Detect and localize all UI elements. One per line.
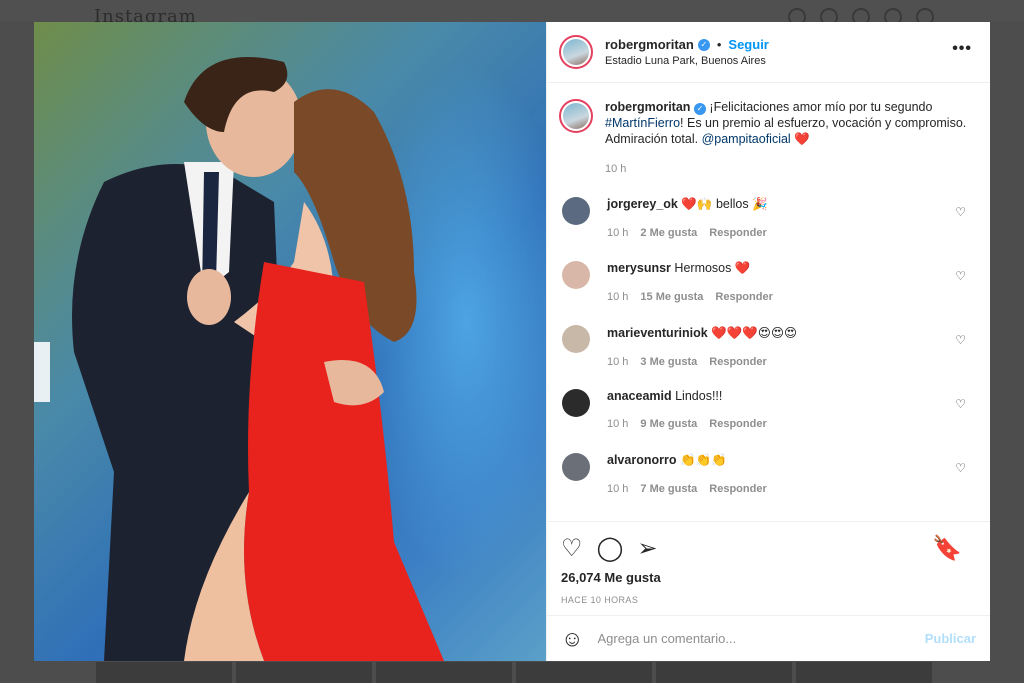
comment-body: marieventuriniok ❤️❤️❤️😍😍😍 10 h 3 Me gusta… <box>607 325 797 368</box>
grid-thumb <box>656 662 792 683</box>
comment-meta: 10 h 15 Me gusta Responder <box>607 291 773 303</box>
caption: robergmoritan ✓ ¡Felicitaciones amor mío… <box>559 99 978 177</box>
separator-dot: • <box>716 37 722 52</box>
comment-time[interactable]: 10 h <box>607 291 628 303</box>
comment-time[interactable]: 10 h <box>607 483 628 495</box>
stage-light <box>34 342 50 402</box>
commenter-avatar[interactable] <box>562 389 590 417</box>
comment-body: jorgerey_ok ❤️🙌 bellos 🎉 10 h 2 Me gusta Re… <box>607 197 768 239</box>
commenter-avatar[interactable] <box>562 261 590 289</box>
author-avatar[interactable] <box>559 99 593 133</box>
comment-text: Lindos!!! <box>675 389 723 403</box>
grid-thumb <box>236 662 372 683</box>
comment-meta: 10 h 7 Me gusta Responder <box>607 483 767 495</box>
comment-meta: 10 h 2 Me gusta Responder <box>607 227 768 239</box>
caption-time: 10 h <box>605 163 627 175</box>
comment-likes[interactable]: 7 Me gusta <box>640 483 697 495</box>
caption-username[interactable]: robergmoritan <box>605 100 690 114</box>
commenter-username[interactable]: marieventuriniok <box>607 326 708 340</box>
comment-like-icon[interactable]: ♡ <box>955 461 966 475</box>
comment-text: ❤️🙌 bellos 🎉 <box>681 197 768 211</box>
comment-composer: ☺ Agrega un comentario... Publicar <box>547 615 990 661</box>
caption-text: robergmoritan ✓ ¡Felicitaciones amor mío… <box>605 99 978 177</box>
comment-row: jorgerey_ok ❤️🙌 bellos 🎉 10 h 2 Me gusta Re… <box>559 189 978 253</box>
reply-button[interactable]: Responder <box>709 483 766 495</box>
commenter-avatar[interactable] <box>562 197 590 225</box>
caption-mention[interactable]: @pampitaoficial <box>702 132 791 146</box>
commenter-username[interactable]: merysunsr <box>607 261 671 275</box>
comment-likes[interactable]: 2 Me gusta <box>640 227 697 239</box>
action-icons: ♡ ◯ ➢ 🔖 <box>561 532 976 566</box>
comments-section[interactable]: robergmoritan ✓ ¡Felicitaciones amor mío… <box>547 83 990 521</box>
likes-count[interactable]: 26,074 Me gusta <box>561 570 976 585</box>
comment-meta: 10 h 3 Me gusta Responder <box>607 356 797 368</box>
grid-thumb <box>376 662 512 683</box>
reply-button[interactable]: Responder <box>709 418 766 430</box>
verified-icon: ✓ <box>697 38 710 51</box>
grid-thumb <box>796 662 932 683</box>
caption-hashtag[interactable]: #MartínFierro <box>605 116 680 130</box>
commenter-avatar[interactable] <box>562 453 590 481</box>
caption-body: ¡Felicitaciones amor mío por tu segundo <box>709 100 933 114</box>
comment-text: 👏👏👏 <box>679 453 727 467</box>
post-panel: robergmoritan ✓ • Seguir Estadio Luna Pa… <box>546 22 990 661</box>
comment-likes[interactable]: 3 Me gusta <box>640 356 697 368</box>
comment-likes[interactable]: 15 Me gusta <box>640 291 703 303</box>
caption-emoji: ❤️ <box>794 132 810 146</box>
comment-like-icon[interactable]: ♡ <box>955 269 966 283</box>
commenter-username[interactable]: jorgerey_ok <box>607 197 678 211</box>
comment-meta: 10 h 9 Me gusta Responder <box>607 418 767 430</box>
comment-row: anaceamid Lindos!!! 10 h 9 Me gusta Respond… <box>559 381 978 445</box>
comment-body: alvaronorro 👏👏👏 10 h 7 Me gusta Responder <box>607 453 767 495</box>
comment-like-icon[interactable]: ♡ <box>955 205 966 219</box>
follow-button[interactable]: Seguir <box>728 37 768 52</box>
comment-time[interactable]: 10 h <box>607 227 628 239</box>
grid-thumb <box>516 662 652 683</box>
post-header: robergmoritan ✓ • Seguir Estadio Luna Pa… <box>547 22 990 83</box>
verified-icon: ✓ <box>693 103 706 115</box>
post-location[interactable]: Estadio Luna Park, Buenos Aires <box>605 55 769 67</box>
post-photo[interactable] <box>34 22 546 661</box>
comment-body: anaceamid Lindos!!! 10 h 9 Me gusta Respond… <box>607 389 767 430</box>
comment-icon[interactable]: ◯ <box>597 537 624 561</box>
post-time[interactable]: HACE 10 HORAS <box>561 595 976 605</box>
commenter-avatar[interactable] <box>562 325 590 353</box>
red-dress <box>244 262 444 661</box>
author-row: robergmoritan ✓ • Seguir <box>605 37 769 52</box>
bookmark-icon[interactable]: 🔖 <box>932 537 962 561</box>
grid-thumb <box>96 662 232 683</box>
comment-text: Hermosos ❤️ <box>674 261 751 275</box>
comment-time[interactable]: 10 h <box>607 418 628 430</box>
more-options-icon[interactable]: ••• <box>952 41 972 57</box>
reply-button[interactable]: Responder <box>709 227 766 239</box>
hands <box>187 269 231 325</box>
commenter-username[interactable]: anaceamid <box>607 389 672 403</box>
comment-text: ❤️❤️❤️😍😍😍 <box>711 326 798 340</box>
comment-row: marieventuriniok ❤️❤️❤️😍😍😍 10 h 3 Me gusta… <box>559 317 978 381</box>
comment-like-icon[interactable]: ♡ <box>955 333 966 347</box>
author-username[interactable]: robergmoritan <box>605 37 694 52</box>
author-avatar[interactable] <box>559 35 593 69</box>
share-icon[interactable]: ➢ <box>637 537 657 561</box>
comment-list: jorgerey_ok ❤️🙌 bellos 🎉 10 h 2 Me gusta Re… <box>559 189 978 509</box>
reply-button[interactable]: Responder <box>709 356 766 368</box>
reply-button[interactable]: Responder <box>715 291 772 303</box>
comment-row: alvaronorro 👏👏👏 10 h 7 Me gusta Responder ♡ <box>559 445 978 509</box>
publish-button[interactable]: Publicar <box>925 631 976 646</box>
like-heart-icon[interactable]: ♡ <box>561 537 583 561</box>
comment-likes[interactable]: 9 Me gusta <box>640 418 697 430</box>
commenter-username[interactable]: alvaronorro <box>607 453 676 467</box>
background-header: Instagram <box>0 0 1024 27</box>
couple-illustration <box>34 57 444 661</box>
comment-like-icon[interactable]: ♡ <box>955 397 966 411</box>
emoji-icon[interactable]: ☺ <box>561 626 583 652</box>
comment-time[interactable]: 10 h <box>607 356 628 368</box>
action-bar: ♡ ◯ ➢ 🔖 26,074 Me gusta HACE 10 HORAS <box>547 521 990 605</box>
post-modal: robergmoritan ✓ • Seguir Estadio Luna Pa… <box>34 22 990 661</box>
comment-input[interactable]: Agrega un comentario... <box>597 631 736 646</box>
comment-row: merysunsr Hermosos ❤️ 10 h 15 Me gusta Resp… <box>559 253 978 317</box>
comment-body: merysunsr Hermosos ❤️ 10 h 15 Me gusta Resp… <box>607 261 773 303</box>
background-grid <box>96 662 932 683</box>
